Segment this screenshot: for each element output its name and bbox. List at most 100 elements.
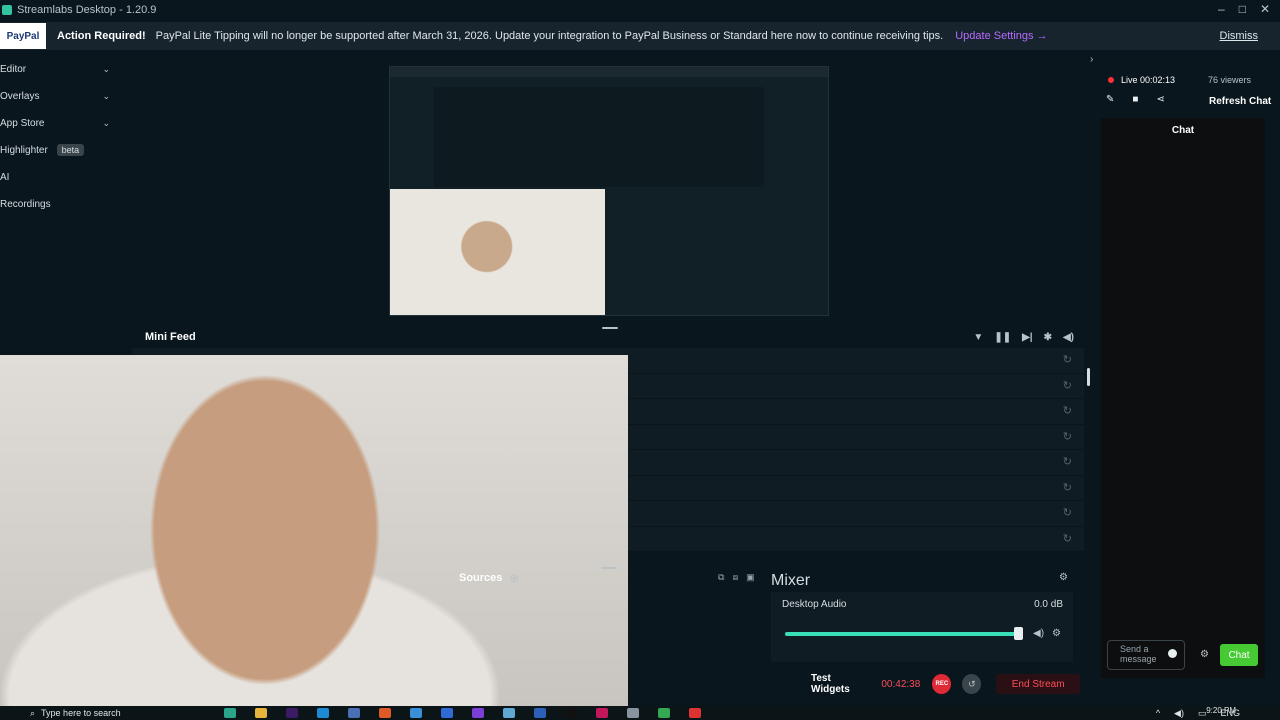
taskbar-search-placeholder: Type here to search [41,708,121,718]
add-source-icon[interactable]: ⊕ [509,571,519,585]
chevron-down-icon: ⌄ [102,64,110,74]
sidebar-item-ai[interactable]: AI [0,164,122,191]
volume-slider[interactable] [785,632,1018,636]
chat-panel: › Live 00:02:13 76 viewers ✎ ■ ⋖ Refresh… [1090,50,1280,696]
repeat-alert-icon[interactable]: ↻ [1063,430,1072,443]
browser-icon[interactable] [410,708,422,718]
chat-send-button[interactable]: Chat [1220,644,1258,666]
gear-icon[interactable]: ⚙ [1052,628,1061,639]
mini-feed-title: Mini Feed [145,331,196,343]
chevron-up-icon[interactable]: ^ [1156,708,1160,718]
app-icon[interactable] [627,708,639,718]
chrome-icon[interactable] [658,708,670,718]
beta-badge: beta [56,144,85,156]
mixer-title: Mixer [771,572,811,589]
paypal-logo: PayPal [0,23,46,49]
sidebar-item-editor[interactable]: Editor ⌄ [0,56,122,83]
mixer-dock: ⧉ ⧈ ▣ Mixer ⚙ Desktop Audio 0.0 dB ◀) ⚙ [628,567,1078,665]
volume-icon[interactable]: ◀) [1174,708,1184,719]
taskbar-apps [224,708,701,718]
end-stream-button[interactable]: End Stream [996,674,1080,694]
viewer-count: 76 viewers [1208,75,1252,85]
repeat-alert-icon[interactable]: ↻ [1063,532,1072,545]
sidebar-item-label: Editor [0,64,27,75]
sidebar-item-label: AI [0,172,10,183]
sidebar-item-label: Overlays [0,91,40,102]
window-title: Streamlabs Desktop - 1.20.9 [17,4,157,16]
pause-icon[interactable]: ❚❚ [994,332,1011,343]
repeat-alert-icon[interactable]: ↻ [1063,379,1072,392]
sidebar-item-recordings[interactable]: Recordings [0,191,122,218]
maximize-icon[interactable]: □ [1239,2,1246,16]
repeat-alert-icon[interactable]: ↻ [1063,455,1072,468]
volume-icon[interactable]: ◀) [1063,332,1074,343]
filter-icon[interactable]: ▼ [973,332,983,343]
premiere-icon[interactable] [286,708,298,718]
chevron-down-icon: ⌄ [102,91,110,101]
close-icon[interactable]: ✕ [1260,2,1270,16]
sidebar-item-highlighter[interactable]: Highlighter beta [0,137,122,164]
audio-channel: Desktop Audio 0.0 dB ◀) ⚙ [771,592,1073,662]
minimize-icon[interactable]: – [1218,2,1225,16]
skip-icon[interactable]: ▶| [1022,332,1033,343]
audio-channel-level: 0.0 dB [1034,599,1063,610]
dismiss-button[interactable]: Dismiss [1220,30,1259,42]
replay-buffer-icon[interactable]: ↺ [962,674,982,694]
mute-alerts-icon[interactable]: ✱ [1044,332,1052,343]
sidebar-item-label: Highlighter [0,145,48,156]
chat-title: Chat [1171,125,1195,136]
repeat-alert-icon[interactable]: ↻ [1063,481,1072,494]
refresh-chat-button[interactable]: Refresh Chat [1209,96,1271,107]
camera-icon[interactable]: ■ [1132,94,1138,105]
image-icon[interactable]: ▣ [746,572,755,583]
repeat-alert-icon[interactable]: ↻ [1063,506,1072,519]
app-icon[interactable] [503,708,515,718]
footer-controls: Test Widgets 00:42:38 REC ↺ End Stream [800,673,1080,695]
studio-mode-icon[interactable]: ⧈ [732,572,738,583]
update-settings-link[interactable]: Update Settings → [955,30,1047,42]
gear-icon[interactable]: ⚙ [1200,649,1209,660]
audio-channel-name: Desktop Audio [782,599,847,610]
search-icon: ⌕ [30,707,36,718]
folder-icon[interactable] [255,708,267,718]
app-icon[interactable] [596,708,608,718]
emoji-icon[interactable] [1168,649,1177,658]
os-taskbar: ⌕ Type here to search ^ ◀) ▭ ENG 9:20 PM [0,706,1280,720]
mixer-toolbar: ⧉ ⧈ ▣ [718,572,755,583]
app-icon[interactable] [441,708,453,718]
chevron-down-icon: ⌄ [102,118,110,128]
store-icon[interactable] [348,708,360,718]
app-icon[interactable] [472,708,484,718]
window-controls: – □ ✕ [1218,2,1270,16]
chevron-right-icon[interactable]: › [1090,54,1093,65]
repeat-alert-icon[interactable]: ↻ [1063,404,1072,417]
app-icon[interactable] [689,708,701,718]
taskbar-search[interactable]: ⌕ Type here to search [30,708,170,719]
sidebar-item-overlays[interactable]: Overlays ⌄ [0,83,122,110]
app-icon[interactable] [224,708,236,718]
volume-slider-handle[interactable] [1014,627,1023,640]
layout-icon[interactable]: ⧉ [718,572,724,583]
stream-preview[interactable] [389,66,829,316]
edit-icon[interactable]: ✎ [1106,94,1114,105]
speaker-icon[interactable]: ◀) [1033,628,1044,639]
sidebar-item-label-wrap: Highlighter beta [0,144,85,156]
live-status: Live 00:02:13 [1108,75,1175,85]
streamlabs-logo-icon [2,5,12,15]
sidebar-item-app-store[interactable]: App Store ⌄ [0,110,122,137]
record-button[interactable]: REC [932,674,952,694]
repeat-alert-icon[interactable]: ↻ [1063,353,1072,366]
share-icon[interactable]: ⋖ [1156,94,1164,105]
firefox-icon[interactable] [379,708,391,718]
test-widgets-button[interactable]: Test Widgets [811,673,869,695]
word-icon[interactable] [534,708,546,718]
gear-icon[interactable]: ⚙ [1059,572,1068,583]
window-titlebar: Streamlabs Desktop - 1.20.9 – □ ✕ [0,0,1280,20]
edge-icon[interactable] [317,708,329,718]
paypal-banner: PayPal Action Required! PayPal Lite Tipp… [0,22,1280,50]
app-icon[interactable] [565,708,577,718]
dock-resize-handle[interactable] [601,567,617,569]
taskbar-clock[interactable]: 9:20 PM [1206,706,1236,715]
webcam-overlay-image [0,355,628,710]
network-icon[interactable]: ▭ [1198,708,1207,719]
